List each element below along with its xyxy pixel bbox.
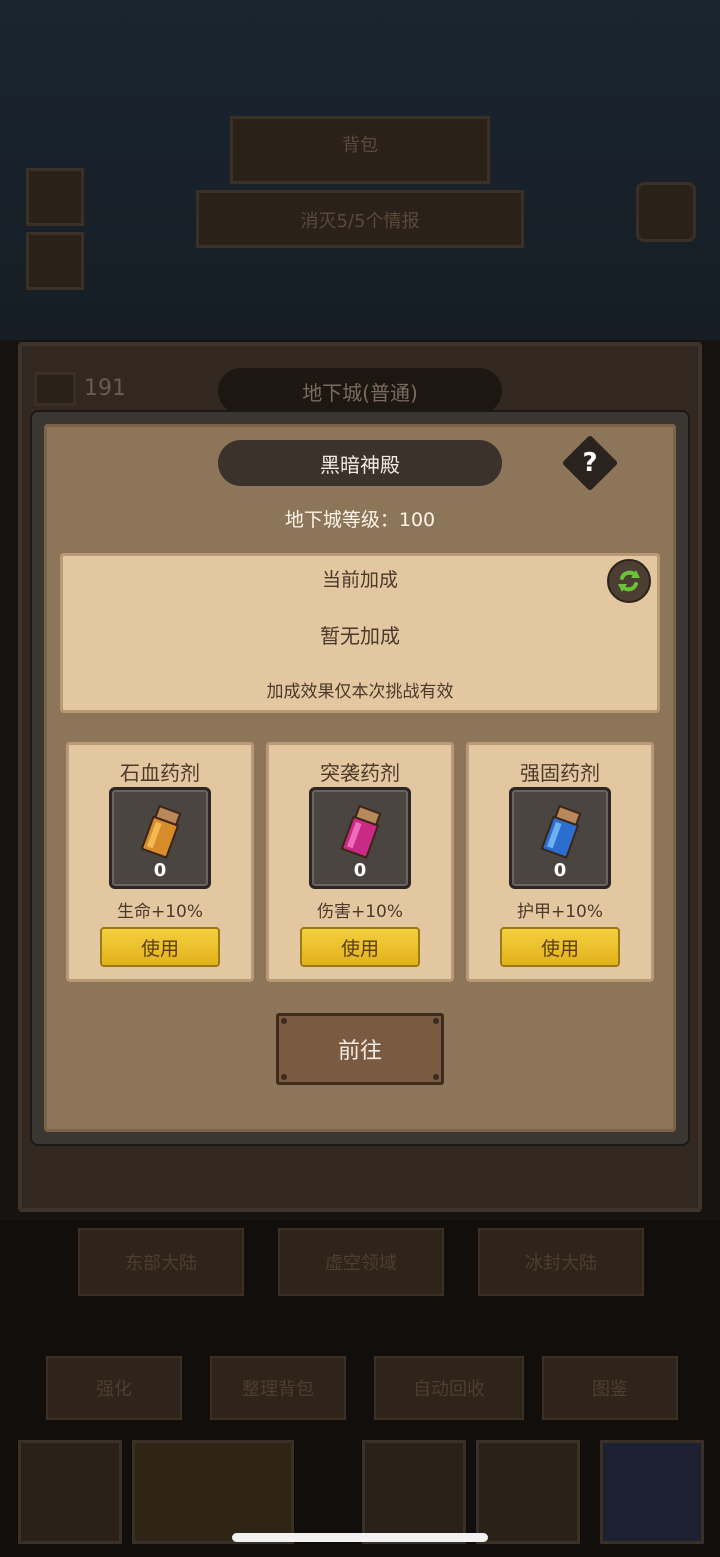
rivet-decoration xyxy=(433,1018,439,1024)
potion-count: 0 xyxy=(353,860,367,881)
bonus-title: 当前加成 xyxy=(321,569,398,591)
outer-title: 地下城(普通) xyxy=(218,368,502,414)
dungeon-level: 地下城等级：100 xyxy=(284,509,436,531)
home-indicator[interactable] xyxy=(232,1533,488,1542)
bonus-note: 加成效果仅本次挑战有效 xyxy=(266,682,454,702)
use-stoneblood-button[interactable]: 使用 xyxy=(100,927,220,967)
potion-count: 0 xyxy=(553,860,567,881)
potion-name: 突袭药剂 xyxy=(320,761,400,785)
equipment-slot-helmet xyxy=(18,1440,122,1544)
bonus-value: 暂无加成 xyxy=(320,624,400,648)
tab-sort-bag: 整理背包 xyxy=(210,1356,346,1420)
potion-count: 0 xyxy=(153,860,167,881)
side-menu-icon xyxy=(26,232,84,290)
tab-auto-recycle: 自动回收 xyxy=(374,1356,524,1420)
potion-effect: 护甲+10% xyxy=(516,902,604,922)
settings-gear-icon xyxy=(636,182,696,242)
question-mark-icon[interactable]: ? xyxy=(570,443,610,483)
rivet-decoration xyxy=(281,1074,287,1080)
equipment-slot-armor xyxy=(132,1440,294,1544)
tab-codex: 图鉴 xyxy=(542,1356,678,1420)
quest-banner-label: 消灭5/5个情报 xyxy=(300,211,420,232)
dungeon-title: 黑暗神殿 xyxy=(218,440,502,486)
top-banner-label: 背包 xyxy=(342,135,378,156)
use-fortify-button[interactable]: 使用 xyxy=(500,927,620,967)
refresh-button[interactable] xyxy=(607,559,651,603)
quest-banner: 消灭5/5个情报 xyxy=(196,190,524,248)
equipment-slot-weapon xyxy=(362,1440,466,1544)
region-ice-button: 冰封大陆 xyxy=(478,1228,644,1296)
potion-name: 石血药剂 xyxy=(120,761,200,785)
go-button[interactable]: 前往 xyxy=(276,1013,444,1085)
resource-icon xyxy=(34,372,76,406)
equipment-slot-boots xyxy=(600,1440,704,1544)
potion-name: 强固药剂 xyxy=(520,761,600,785)
potion-effect: 生命+10% xyxy=(116,902,204,922)
top-banner: 背包 xyxy=(230,116,490,184)
rivet-decoration xyxy=(281,1018,287,1024)
tab-enhance: 强化 xyxy=(46,1356,182,1420)
refresh-icon xyxy=(618,570,640,592)
resource-count: 191 xyxy=(84,376,126,401)
use-assault-button[interactable]: 使用 xyxy=(300,927,420,967)
star-icon xyxy=(26,168,84,226)
rivet-decoration xyxy=(433,1074,439,1080)
potion-effect: 伤害+10% xyxy=(316,902,404,922)
equipment-slot-ring xyxy=(476,1440,580,1544)
region-void-button: 虚空领域 xyxy=(278,1228,444,1296)
region-east-button: 东部大陆 xyxy=(78,1228,244,1296)
